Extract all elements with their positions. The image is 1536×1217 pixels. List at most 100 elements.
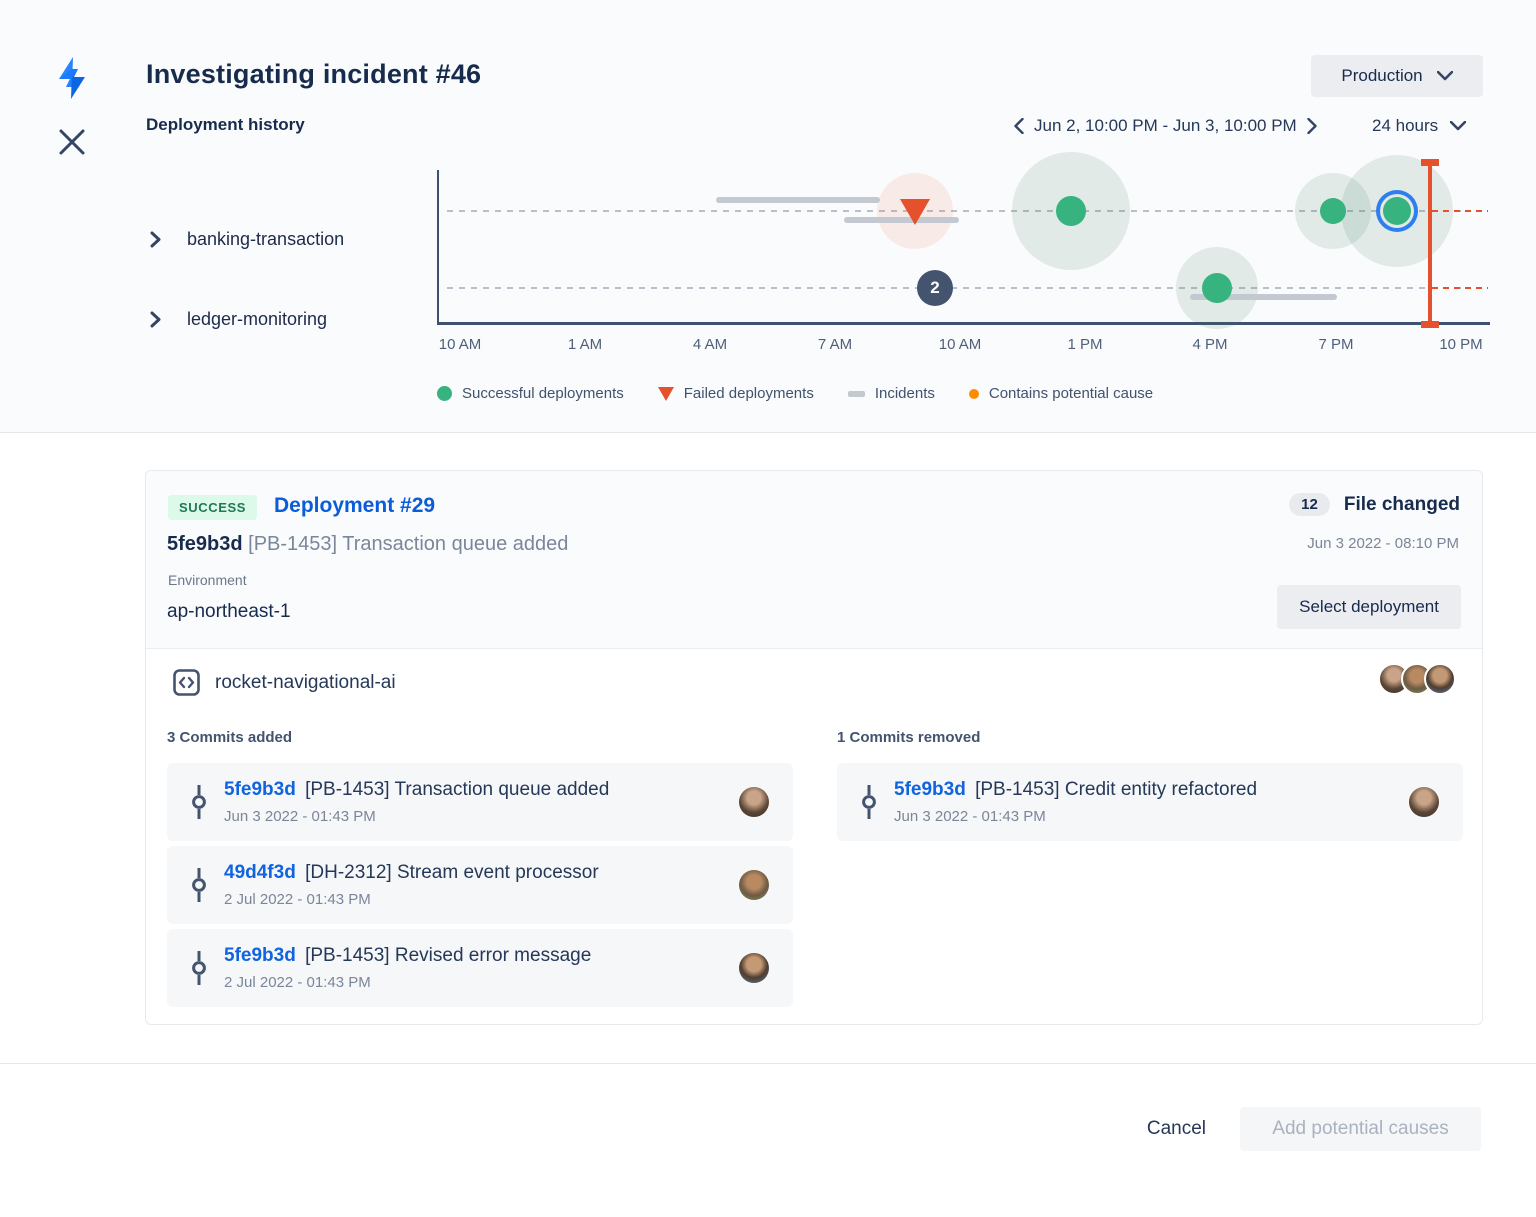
page-title: Investigating incident #46	[146, 59, 481, 90]
close-icon[interactable]	[55, 125, 89, 159]
deployment-timeline-chart[interactable]: 2	[437, 170, 1490, 325]
failed-deployment-marker	[900, 199, 930, 225]
commit-body: 5fe9b3d [PB-1453] Revised error message …	[224, 945, 739, 991]
commit-hash-link[interactable]: 5fe9b3d	[224, 779, 296, 800]
commit-node-icon	[191, 785, 207, 819]
chevron-down-icon	[1437, 71, 1453, 81]
avatar	[1424, 663, 1456, 695]
commit-date: 2 Jul 2022 - 01:43 PM	[224, 974, 739, 991]
chart-row-banking-transaction: banking-transaction	[150, 229, 344, 250]
commits-removed-section: 1 Commits removed 5fe9b3d [PB-1453] Cred…	[837, 729, 1463, 846]
add-potential-causes-button[interactable]: Add potential causes	[1240, 1107, 1481, 1151]
cause-legend-icon	[969, 389, 979, 399]
files-changed: 12 File changed	[1289, 493, 1460, 516]
success-deployment-marker[interactable]	[1056, 196, 1086, 226]
commit-message: [PB-1453] Credit entity refactored	[970, 779, 1257, 800]
repository-row: rocket-navigational-ai	[173, 669, 396, 696]
x-tick-label: 10 AM	[939, 336, 982, 353]
deployment-commit-line: 5fe9b3d [PB-1453] Transaction queue adde…	[167, 533, 568, 556]
commit-node-icon	[191, 951, 207, 985]
x-axis-ticks: 10 AM1 AM4 AM7 AM10 AM1 PM4 PM7 PM10 PM	[0, 336, 1536, 356]
commit-title: 5fe9b3d [PB-1453] Revised error message	[224, 945, 739, 967]
legend-label: Contains potential cause	[989, 385, 1153, 402]
success-deployment-marker[interactable]	[1320, 198, 1346, 224]
incident-legend-icon	[848, 391, 865, 397]
commit-row[interactable]: 5fe9b3d [PB-1453] Credit entity refactor…	[837, 763, 1463, 841]
commit-date: Jun 3 2022 - 01:43 PM	[224, 808, 739, 825]
commit-node-icon	[861, 785, 877, 819]
commit-title: 49d4f3d [DH-2312] Stream event processor	[224, 862, 739, 884]
commit-node-icon	[191, 868, 207, 902]
environment-dropdown[interactable]: Production	[1311, 55, 1483, 97]
date-range-label: Jun 2, 10:00 PM - Jun 3, 10:00 PM	[1034, 116, 1297, 136]
commit-row[interactable]: 49d4f3d [DH-2312] Stream event processor…	[167, 846, 793, 924]
commit-message: [PB-1453] Revised error message	[300, 945, 591, 966]
environment-value: ap-northeast-1	[167, 601, 291, 623]
incident-bar	[716, 197, 880, 203]
selector-row-dash	[1432, 210, 1488, 212]
x-tick-label: 1 PM	[1067, 336, 1102, 353]
deployment-card-header: SUCCESS Deployment #29 5fe9b3d [PB-1453]…	[146, 471, 1482, 649]
repository-name: rocket-navigational-ai	[215, 672, 396, 694]
time-selector-line	[1428, 162, 1432, 325]
commit-hash-link[interactable]: 5fe9b3d	[894, 779, 966, 800]
commit-hash: 5fe9b3d	[167, 533, 243, 555]
commits-added-section: 3 Commits added 5fe9b3d [PB-1453] Transa…	[167, 729, 793, 1012]
prev-range-icon[interactable]	[1014, 118, 1024, 134]
contributor-avatars	[1387, 663, 1456, 695]
deployment-datetime: Jun 3 2022 - 08:10 PM	[1307, 535, 1459, 552]
commit-author-avatar	[739, 787, 769, 817]
files-count-badge: 12	[1289, 493, 1330, 516]
row-label: banking-transaction	[187, 229, 344, 250]
time-range-dropdown[interactable]: 24 hours	[1372, 112, 1466, 140]
commit-hash-link[interactable]: 49d4f3d	[224, 862, 296, 883]
commit-author-avatar	[739, 953, 769, 983]
commit-row[interactable]: 5fe9b3d [PB-1453] Revised error message …	[167, 929, 793, 1007]
time-selector-bottom-cap	[1421, 321, 1439, 328]
commit-hash-link[interactable]: 5fe9b3d	[224, 945, 296, 966]
x-tick-label: 4 AM	[693, 336, 727, 353]
cancel-button[interactable]: Cancel	[1147, 1118, 1206, 1140]
legend-label: Failed deployments	[684, 385, 814, 402]
legend-item-success: Successful deployments	[437, 385, 624, 402]
date-range-nav: Jun 2, 10:00 PM - Jun 3, 10:00 PM	[1014, 112, 1317, 140]
chart-row-ledger-monitoring: ledger-monitoring	[150, 309, 327, 330]
commit-message: [PB-1453] Transaction queue added	[300, 779, 610, 800]
success-deployment-marker[interactable]	[1202, 273, 1232, 303]
x-tick-label: 7 PM	[1318, 336, 1353, 353]
legend-label: Successful deployments	[462, 385, 624, 402]
row-gridline	[447, 287, 1463, 289]
expand-chevron-icon[interactable]	[150, 311, 161, 328]
commits-removed-heading: 1 Commits removed	[837, 729, 1463, 746]
commit-body: 49d4f3d [DH-2312] Stream event processor…	[224, 862, 739, 908]
row-label: ledger-monitoring	[187, 309, 327, 330]
x-tick-label: 10 AM	[439, 336, 482, 353]
commit-author-avatar	[739, 870, 769, 900]
status-badge: SUCCESS	[168, 495, 257, 520]
deployment-link[interactable]: Deployment #29	[274, 494, 435, 518]
environment-label: Environment	[168, 572, 247, 588]
commit-body: 5fe9b3d [PB-1453] Transaction queue adde…	[224, 779, 739, 825]
repository-code-icon	[173, 669, 200, 696]
legend-item-failed: Failed deployments	[658, 385, 814, 402]
chart-legend: Successful deployments Failed deployments…	[437, 385, 1153, 402]
commit-body: 5fe9b3d [PB-1453] Credit entity refactor…	[894, 779, 1409, 825]
incident-bolt-icon	[52, 56, 92, 100]
deployment-card: SUCCESS Deployment #29 5fe9b3d [PB-1453]…	[145, 470, 1483, 1025]
commits-added-heading: 3 Commits added	[167, 729, 793, 746]
selected-deployment-marker[interactable]	[1383, 197, 1411, 225]
commit-message: [PB-1453] Transaction queue added	[248, 533, 568, 555]
grouped-events-badge[interactable]: 2	[917, 270, 953, 306]
deployment-history-panel: Investigating incident #46 Deployment hi…	[0, 0, 1536, 433]
next-range-icon[interactable]	[1307, 118, 1317, 134]
x-tick-label: 4 PM	[1192, 336, 1227, 353]
section-subtitle: Deployment history	[146, 115, 305, 135]
legend-label: Incidents	[875, 385, 935, 402]
select-deployment-button[interactable]: Select deployment	[1277, 585, 1461, 629]
legend-item-incident: Incidents	[848, 385, 935, 402]
expand-chevron-icon[interactable]	[150, 231, 161, 248]
commit-row[interactable]: 5fe9b3d [PB-1453] Transaction queue adde…	[167, 763, 793, 841]
commit-date: Jun 3 2022 - 01:43 PM	[894, 808, 1409, 825]
environment-dropdown-label: Production	[1341, 66, 1422, 86]
x-tick-label: 7 AM	[818, 336, 852, 353]
